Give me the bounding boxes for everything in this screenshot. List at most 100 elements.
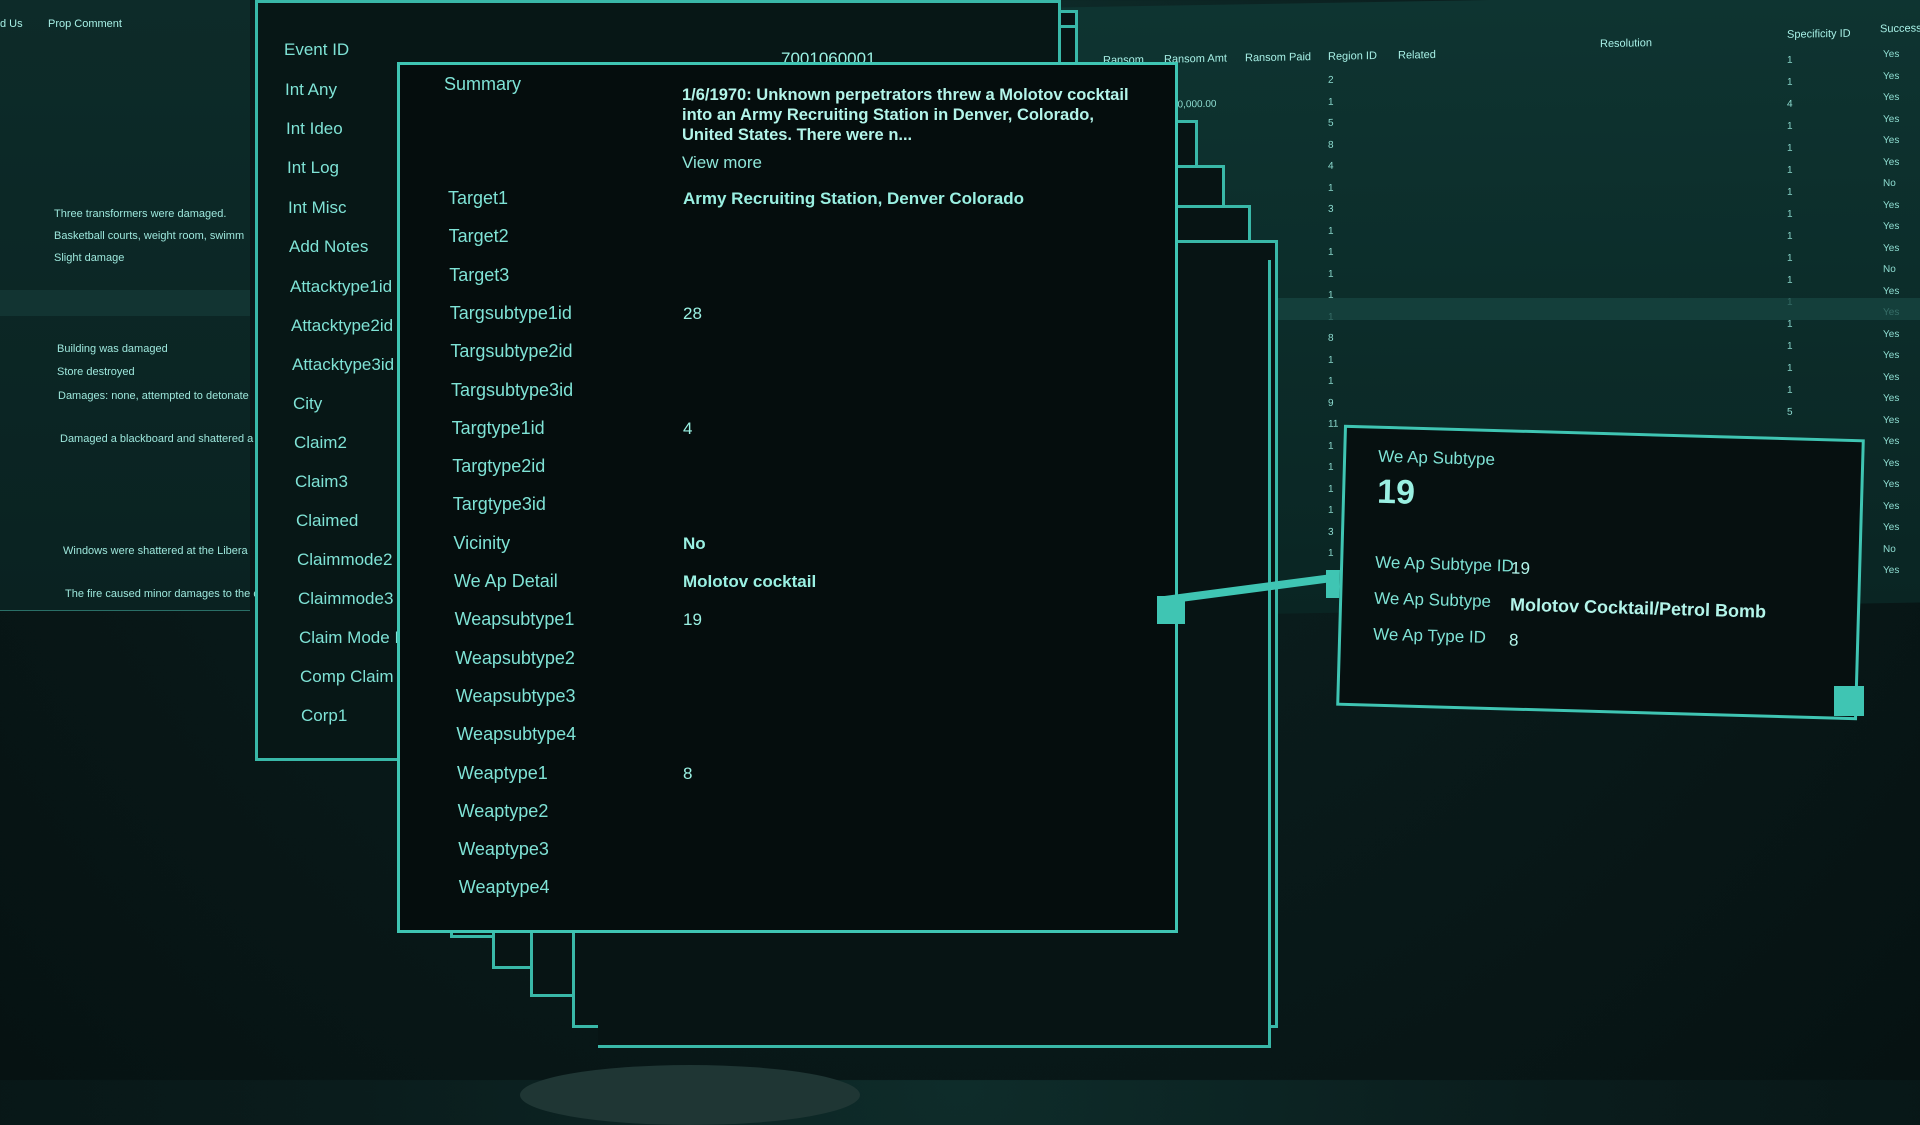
table-cell: 8 xyxy=(1328,139,1334,151)
table-cell: Three transformers were damaged. xyxy=(54,208,227,220)
column-header: d Us xyxy=(0,18,23,30)
table-cell: 1 xyxy=(1328,354,1334,366)
field-label: Weapsubtype4 xyxy=(456,724,577,744)
field-label: Targsubtype1id xyxy=(449,303,572,323)
table-cell: 1 xyxy=(1787,76,1793,88)
field-label: Target1 xyxy=(448,188,509,208)
connector-handle-left[interactable] xyxy=(1157,596,1185,624)
table-cell: Yes xyxy=(1883,328,1900,340)
field-label: We Ap Type ID xyxy=(1372,624,1487,647)
table-cell: 1 xyxy=(1787,208,1793,220)
table-cell: 4 xyxy=(1787,98,1793,110)
back-field-label: Attacktype1id xyxy=(290,277,393,296)
column-header-region-id: Region ID xyxy=(1328,49,1377,63)
table-cell: Yes xyxy=(1883,349,1900,362)
table-cell: Yes xyxy=(1883,199,1900,211)
field-label: Weaptype1 xyxy=(457,763,548,783)
table-cell: 1 xyxy=(1328,440,1334,452)
summary-text: 1/6/1970: Unknown perpetrators threw a M… xyxy=(682,86,1129,144)
table-cell: 1 xyxy=(1787,318,1793,330)
table-cell: Building was damaged xyxy=(57,343,168,355)
field-label: Weaptype2 xyxy=(457,801,549,821)
table-cell: 1 xyxy=(1787,230,1793,242)
we-ap-subtype-card: We Ap Subtype 19 We Ap Subtype ID 19 We … xyxy=(1336,424,1865,721)
table-cell: No xyxy=(1883,543,1896,555)
record-card-main: Summary 1/6/1970: Unknown perpetrators t… xyxy=(397,62,1178,933)
detail-card-title: We Ap Subtype xyxy=(1377,446,1496,470)
back-field-label: Comp Claim xyxy=(300,667,394,686)
column-header-ransom-paid: Ransom Paid xyxy=(1245,51,1312,65)
field-label: Target2 xyxy=(448,226,509,246)
column-header-resolution: Resolution xyxy=(1600,37,1652,51)
back-field-label: Claimmode3 xyxy=(298,589,394,608)
field-label: Weaptype3 xyxy=(458,839,549,859)
table-cell: Slight damage xyxy=(54,252,125,264)
table-cell: 9 xyxy=(1328,397,1334,409)
table-cell: Damages: none, attempted to detonate xyxy=(58,390,249,402)
table-cell: 1 xyxy=(1787,274,1793,286)
table-cell: The fire caused minor damages to the c xyxy=(65,588,259,600)
table-cell: Store destroyed xyxy=(57,366,135,378)
field-value: 4 xyxy=(683,419,693,438)
field-label: Weaptype4 xyxy=(458,877,550,897)
field-label: Weapsubtype3 xyxy=(455,686,576,706)
table-row-highlight xyxy=(0,290,250,316)
field-label: We Ap Detail xyxy=(454,571,558,591)
field-value: 8 xyxy=(1508,630,1519,650)
success-column: Yes Yes Yes Yes Yes Yes No Yes Yes Yes No Yes Yes Yes… xyxy=(1060,0,1920,576)
table-cell: Yes xyxy=(1883,91,1900,104)
region-id-column: 2158413111118119111111311 xyxy=(1060,0,1920,581)
table-cell: Yes xyxy=(1883,134,1900,147)
field-label: Weapsubtype2 xyxy=(455,648,575,668)
table-cell: No xyxy=(1883,263,1896,276)
field-value: Molotov Cocktail/Petrol Bomb xyxy=(1509,594,1767,622)
field-label: Targsubtype2id xyxy=(450,341,573,361)
back-field-label: Attacktype3id xyxy=(292,355,395,374)
table-cell: Yes xyxy=(1883,500,1900,512)
back-field-label: Add Notes xyxy=(289,237,369,256)
field-label: We Ap Subtype ID xyxy=(1374,552,1515,576)
view-more-link[interactable]: View more xyxy=(682,153,762,173)
table-cell: 2 xyxy=(1328,74,1334,86)
back-field-label: Attacktype2id xyxy=(291,316,394,335)
table-cell: Yes xyxy=(1883,70,1900,82)
table-cell: 1 xyxy=(1787,362,1793,374)
table-cell: Yes xyxy=(1883,285,1900,297)
back-field-label: Int Log xyxy=(287,158,339,177)
column-header-specificity-id: Specificity ID xyxy=(1787,27,1851,41)
table-cell: 5 xyxy=(1787,406,1793,418)
summary-label: Summary xyxy=(444,74,522,94)
table-cell: Yes xyxy=(1883,392,1900,405)
resize-handle[interactable] xyxy=(1834,686,1864,716)
table-cell: 3 xyxy=(1328,203,1334,215)
table-cell: 1 xyxy=(1787,340,1793,352)
table-cell: 11 xyxy=(1328,418,1339,430)
field-label: Targtype3id xyxy=(452,494,546,514)
table-cell: Yes xyxy=(1883,521,1900,534)
floor-arc xyxy=(520,1065,860,1125)
table-cell: 1 xyxy=(1787,120,1793,132)
table-cell: Yes xyxy=(1883,48,1900,61)
back-field-label: Claimmode2 xyxy=(297,550,393,569)
table-cell: 1 xyxy=(1328,504,1334,516)
table-cell: 8 xyxy=(1328,332,1334,344)
field-value: No xyxy=(683,534,706,553)
back-field-label: Int Ideo xyxy=(286,119,343,138)
field-value: 8 xyxy=(683,764,693,783)
back-field-label: Claimed xyxy=(296,511,359,530)
table-cell: Yes xyxy=(1883,435,1900,448)
field-label: Target3 xyxy=(449,265,510,285)
table-cell: 4 xyxy=(1328,160,1334,172)
table-cell: 3 xyxy=(1328,526,1334,538)
table-cell: 1 xyxy=(1787,142,1793,154)
back-field-label: Int Misc xyxy=(288,198,347,217)
table-cell: No xyxy=(1883,177,1896,190)
field-value: 19 xyxy=(1510,558,1531,579)
back-field-label: Claim3 xyxy=(295,472,348,491)
table-cell: 1 xyxy=(1328,461,1334,473)
field-value: 28 xyxy=(683,304,702,323)
field-label: Targtype2id xyxy=(452,456,546,476)
detail-card-big-value: 19 xyxy=(1376,472,1416,512)
table-cell: 5 xyxy=(1328,117,1334,129)
table-cell: Yes xyxy=(1883,457,1900,469)
